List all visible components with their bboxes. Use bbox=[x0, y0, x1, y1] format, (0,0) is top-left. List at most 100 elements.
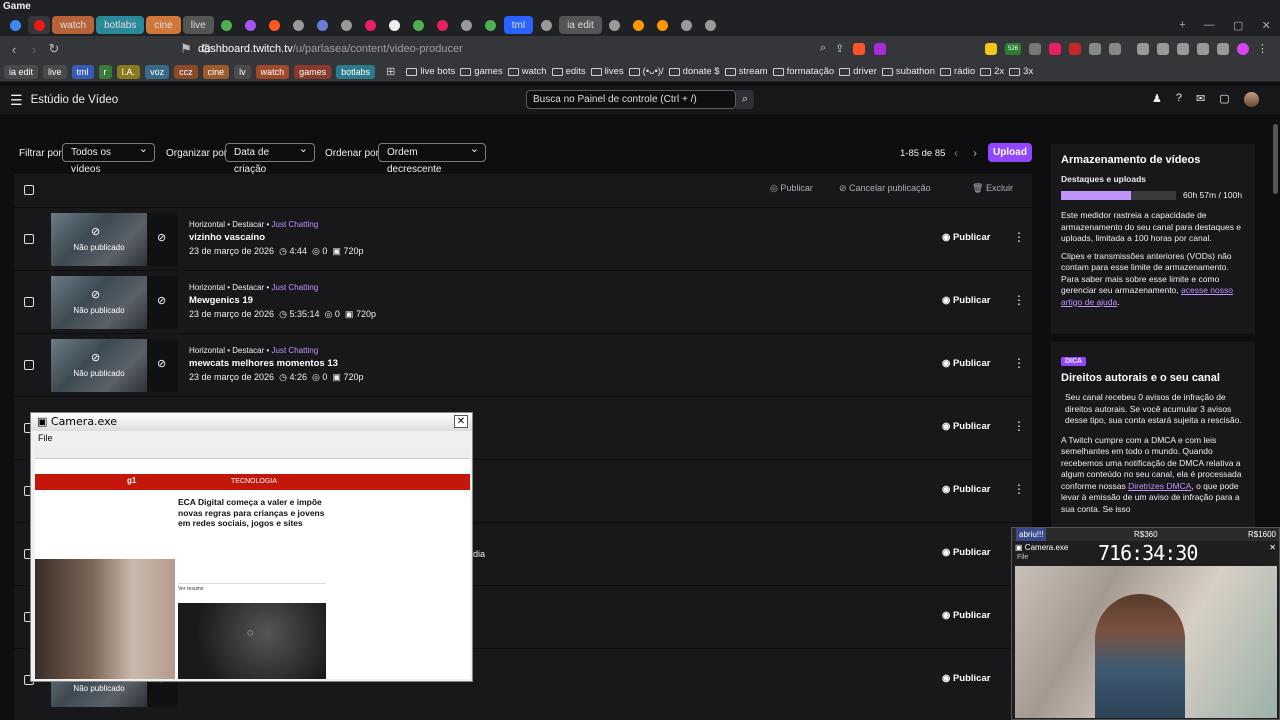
bookmark-chip[interactable]: lv bbox=[234, 64, 251, 79]
profile-icon[interactable] bbox=[1237, 42, 1249, 55]
browser-tab[interactable]: tml bbox=[503, 16, 534, 34]
brave-rewards-icon[interactable] bbox=[874, 42, 887, 55]
publish-button[interactable]: ◉ Publicar bbox=[942, 673, 990, 684]
bookmark-item[interactable]: lives bbox=[590, 66, 624, 77]
more-options-icon[interactable]: ⋮ bbox=[1013, 356, 1025, 370]
select-all-checkbox[interactable] bbox=[24, 185, 34, 195]
maximize-icon[interactable]: ▢ bbox=[1233, 19, 1243, 32]
browser-tab[interactable] bbox=[264, 16, 286, 34]
bookmark-chip[interactable]: botlabs bbox=[336, 64, 376, 79]
browser-tab[interactable]: botlabs bbox=[96, 16, 145, 34]
browser-tab[interactable] bbox=[676, 16, 698, 34]
zoom-icon[interactable]: ⌕ bbox=[820, 42, 826, 55]
forward-icon[interactable]: › bbox=[24, 42, 44, 57]
browser-tab[interactable] bbox=[336, 16, 358, 34]
new-tab-icon[interactable]: + bbox=[1179, 19, 1185, 31]
extension-icon[interactable] bbox=[1049, 42, 1061, 55]
share-icon[interactable]: ⇪ bbox=[835, 42, 844, 55]
bookmark-chip[interactable]: ccz bbox=[174, 64, 198, 79]
search-icon[interactable]: ⌕ bbox=[736, 90, 754, 109]
avatar[interactable] bbox=[1243, 92, 1259, 107]
extension-icon[interactable] bbox=[1217, 42, 1229, 55]
apps-grid-icon[interactable]: ⊞ bbox=[386, 65, 395, 78]
bookmark-chip[interactable]: watch bbox=[255, 64, 290, 79]
browser-tab[interactable] bbox=[312, 16, 334, 34]
browser-tab[interactable] bbox=[240, 16, 262, 34]
bookmark-item[interactable]: (•ᴗ•)/ bbox=[628, 66, 664, 77]
video-row[interactable]: ⊘ ⊘ Não publicado Horizontal • Destacar • J… bbox=[14, 270, 1032, 332]
bookmark-item[interactable]: donate $ bbox=[668, 66, 720, 77]
video-thumbnail[interactable]: ⊘ ⊘ Não publicado bbox=[51, 339, 178, 392]
minimize-icon[interactable]: — bbox=[1204, 19, 1215, 31]
reload-icon[interactable]: ↻ bbox=[44, 41, 64, 57]
publish-button[interactable]: ◉ Publicar bbox=[942, 358, 990, 369]
browser-tab[interactable] bbox=[360, 16, 382, 34]
more-options-icon[interactable]: ⋮ bbox=[1013, 230, 1025, 244]
browser-tab[interactable] bbox=[628, 16, 650, 34]
brave-shield-icon[interactable] bbox=[853, 42, 866, 55]
bookmark-item[interactable]: 2x bbox=[980, 66, 1004, 77]
browser-tab[interactable] bbox=[604, 16, 626, 34]
video-category[interactable]: Just Chatting bbox=[272, 346, 319, 355]
more-options-icon[interactable]: ⋮ bbox=[1013, 293, 1025, 307]
dashboard-search-input[interactable]: Busca no Painel de controle (Ctrl + /) bbox=[526, 90, 736, 109]
bookmark-item[interactable]: rádio bbox=[940, 66, 975, 77]
bookmark-item[interactable]: stream bbox=[724, 66, 768, 77]
bookmark-chip[interactable]: tml bbox=[71, 64, 94, 79]
bookmark-chip[interactable]: I.A. bbox=[116, 64, 141, 79]
bookmark-item[interactable]: driver bbox=[839, 66, 877, 77]
video-title[interactable]: Mewgenics 19 bbox=[189, 295, 253, 306]
bookmark-chip[interactable]: r bbox=[98, 64, 112, 79]
video-thumbnail[interactable]: ⊘ ⊘ Não publicado bbox=[51, 276, 178, 329]
camera-window-title[interactable]: ▣ Camera.exe bbox=[31, 413, 472, 431]
prev-page-icon[interactable]: ‹ bbox=[954, 146, 958, 160]
browser-tab[interactable] bbox=[432, 16, 454, 34]
bookmark-chip[interactable]: live bbox=[43, 64, 67, 79]
browser-tab[interactable] bbox=[700, 16, 722, 34]
publish-button[interactable]: ◉ Publicar bbox=[942, 547, 990, 558]
browser-tab[interactable]: ia edit bbox=[559, 16, 602, 34]
bulk-delete-button[interactable]: 🗑 Excluir bbox=[972, 183, 1013, 194]
browser-tab[interactable]: watch bbox=[52, 16, 95, 34]
video-title[interactable]: mewcats melhores momentos 13 bbox=[189, 358, 338, 369]
dmca-guidelines-link[interactable]: Diretrizes DMCA bbox=[1128, 481, 1191, 491]
upload-button[interactable]: Upload bbox=[988, 143, 1032, 162]
bookmark-chip[interactable]: voz bbox=[145, 64, 170, 79]
browser-tab[interactable] bbox=[288, 16, 310, 34]
extension-badge-icon[interactable]: 526 bbox=[1005, 42, 1021, 55]
bookmark-item[interactable]: edits bbox=[551, 66, 586, 77]
video-category[interactable]: Just Chatting bbox=[272, 220, 319, 229]
browser-tab[interactable] bbox=[384, 16, 406, 34]
sidebar-icon[interactable] bbox=[1137, 42, 1149, 55]
row-checkbox[interactable] bbox=[24, 360, 34, 370]
menu-icon[interactable]: ⋮ bbox=[1257, 42, 1268, 55]
publish-button[interactable]: ◉ Publicar bbox=[942, 232, 990, 243]
video-row[interactable]: ⊘ ⊘ Não publicado Horizontal • Destacar • J… bbox=[14, 207, 1032, 269]
more-options-icon[interactable]: ⋮ bbox=[1013, 419, 1025, 433]
bookmark-chip[interactable]: cine bbox=[202, 64, 230, 79]
extension-icon[interactable] bbox=[1029, 42, 1041, 55]
hamburger-menu-icon[interactable]: ☰ bbox=[10, 92, 23, 109]
bookmark-page-icon[interactable]: ⚑ bbox=[176, 41, 196, 57]
scrollbar-thumb[interactable] bbox=[1273, 124, 1278, 194]
browser-tab[interactable] bbox=[480, 16, 502, 34]
next-page-icon[interactable]: › bbox=[973, 146, 977, 160]
video-row[interactable]: ⊘ ⊘ Não publicado Horizontal • Destacar • J… bbox=[14, 333, 1032, 395]
camera-window[interactable]: ▣ Camera.exe ✕ File g1 TECNOLOGIA ECA Di… bbox=[30, 412, 473, 682]
back-icon[interactable]: ‹ bbox=[4, 42, 24, 57]
organize-dropdown[interactable]: Data de criação bbox=[225, 141, 315, 175]
publish-button[interactable]: ◉ Publicar bbox=[942, 610, 990, 621]
extension-icon[interactable] bbox=[1109, 42, 1121, 55]
extension-icon[interactable] bbox=[1177, 42, 1189, 55]
browser-tab[interactable] bbox=[408, 16, 430, 34]
bookmark-item[interactable]: subathon bbox=[881, 66, 935, 77]
extension-icon[interactable] bbox=[1157, 42, 1169, 55]
bookmark-chip[interactable]: ia edit bbox=[4, 64, 39, 79]
extension-icon[interactable] bbox=[1069, 42, 1081, 55]
bookmark-chip[interactable]: games bbox=[294, 64, 332, 79]
camera-file-menu[interactable]: File bbox=[38, 433, 53, 443]
browser-tab[interactable] bbox=[456, 16, 478, 34]
bookmark-item[interactable]: 3x bbox=[1009, 66, 1033, 77]
extension-icon[interactable] bbox=[1089, 42, 1101, 55]
address-bar[interactable]: dashboard.twitch.tv/u/parlasea/content/v… bbox=[198, 40, 768, 58]
